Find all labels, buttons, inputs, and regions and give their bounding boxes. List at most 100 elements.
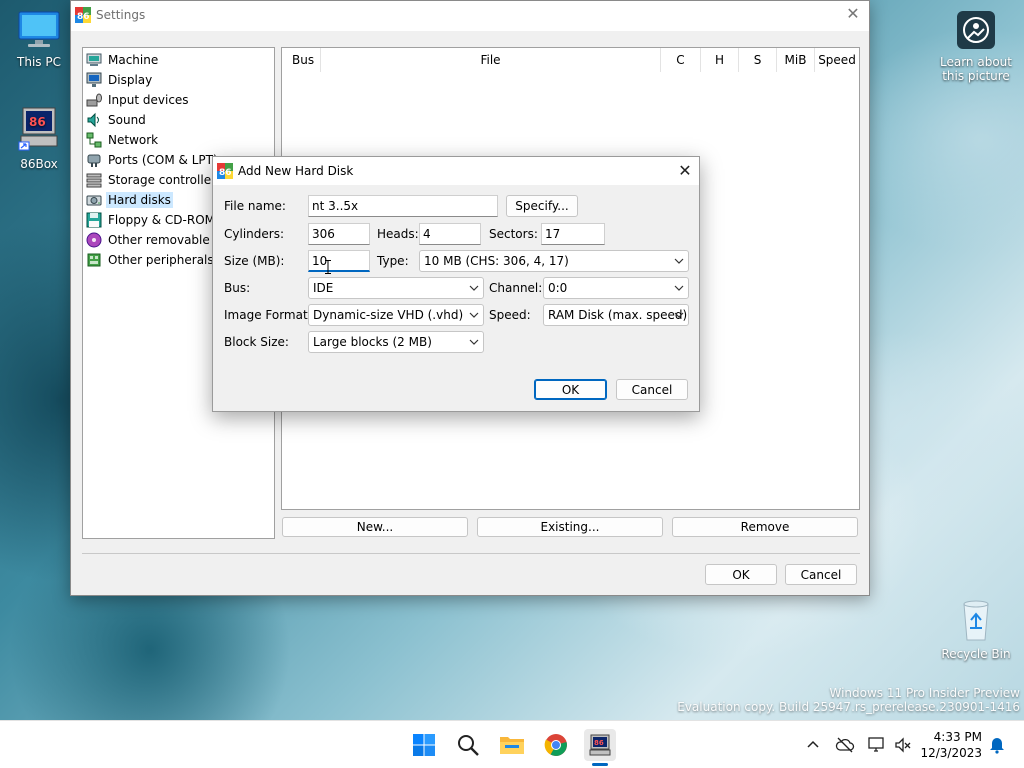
- column-header-speed[interactable]: Speed: [815, 48, 859, 72]
- channel-select[interactable]: 0:0: [543, 277, 689, 299]
- type-select-value: 10 MB (CHS: 306, 4, 17): [424, 254, 569, 268]
- channel-label: Channel:: [489, 281, 543, 295]
- type-select[interactable]: 10 MB (CHS: 306, 4, 17): [419, 250, 689, 272]
- dialog-cancel-button[interactable]: Cancel: [616, 379, 688, 400]
- settings-titlebar[interactable]: 86 Settings ✕: [71, 1, 869, 31]
- search-button[interactable]: [452, 729, 484, 761]
- chevron-down-icon: [469, 285, 479, 291]
- clock-time: 4:33 PM: [933, 730, 982, 744]
- removable-devices-icon: [86, 232, 102, 248]
- network-icon: [86, 132, 102, 148]
- desktop-icon-label: This PC: [17, 55, 61, 69]
- floppy-icon: [86, 212, 102, 228]
- dialog-titlebar[interactable]: 86 Add New Hard Disk ✕: [213, 157, 699, 185]
- windows-watermark: Windows 11 Pro Insider Preview Evaluatio…: [677, 686, 1020, 714]
- desktop-icon-label: Learn about this picture: [940, 55, 1012, 83]
- 86box-icon: 86: [589, 734, 611, 756]
- new-disk-button[interactable]: New...: [282, 517, 468, 537]
- file-name-input[interactable]: nt 3..5x: [308, 195, 498, 217]
- category-label: Sound: [108, 113, 146, 127]
- chevron-down-icon: [469, 312, 479, 318]
- size-input[interactable]: 10: [308, 250, 370, 272]
- column-header-bus[interactable]: Bus: [282, 48, 321, 72]
- file-explorer-button[interactable]: [496, 729, 528, 761]
- specify-button[interactable]: Specify...: [506, 195, 578, 217]
- remove-disk-button[interactable]: Remove: [672, 517, 858, 537]
- category-label: Network: [108, 133, 159, 147]
- bus-select[interactable]: IDE: [308, 277, 484, 299]
- size-label: Size (MB):: [224, 254, 285, 268]
- start-button[interactable]: [408, 729, 440, 761]
- peripherals-icon: [87, 253, 101, 267]
- watermark-line-1: Windows 11 Pro Insider Preview: [829, 686, 1020, 700]
- hard-disk-icon: [86, 195, 102, 206]
- chevron-down-icon: [674, 285, 684, 291]
- cloud-offline-icon[interactable]: [835, 735, 855, 755]
- chevron-down-icon: [469, 339, 479, 345]
- column-header-h[interactable]: H: [701, 48, 739, 72]
- chrome-button[interactable]: [540, 729, 572, 761]
- dialog-ok-button[interactable]: OK: [534, 379, 607, 400]
- chevron-down-icon: [674, 258, 684, 264]
- desktop-icon-this-pc[interactable]: This PC: [3, 10, 75, 69]
- sound-icon: [87, 112, 99, 128]
- notification-bell-icon[interactable]: [987, 735, 1007, 755]
- machine-icon: [86, 53, 102, 66]
- desktop-icon-86box[interactable]: 86 86Box: [3, 104, 75, 171]
- speed-select-value: RAM Disk (max. speed): [548, 308, 688, 322]
- chevron-up-icon[interactable]: [803, 735, 823, 755]
- settings-title: Settings: [96, 8, 146, 22]
- volume-muted-icon[interactable]: [893, 735, 913, 755]
- settings-ok-button[interactable]: OK: [705, 564, 777, 585]
- category-display[interactable]: Display: [86, 70, 272, 90]
- column-header-mib[interactable]: MiB: [777, 48, 815, 72]
- storage-controllers-icon: [86, 173, 102, 188]
- settings-cancel-button[interactable]: Cancel: [785, 564, 857, 585]
- start-icon: [413, 734, 435, 756]
- display-icon: [86, 72, 102, 87]
- image-format-select[interactable]: Dynamic-size VHD (.vhd): [308, 304, 484, 326]
- image-format-select-value: Dynamic-size VHD (.vhd): [313, 308, 464, 322]
- block-size-select[interactable]: Large blocks (2 MB): [308, 331, 484, 353]
- speed-label: Speed:: [489, 308, 531, 322]
- desktop-icon-label: 86Box: [20, 157, 58, 171]
- 86box-logo-icon: 86: [75, 7, 91, 23]
- heads-input[interactable]: 4: [419, 223, 481, 245]
- svg-text:86: 86: [29, 115, 46, 129]
- category-machine[interactable]: Machine: [86, 50, 272, 70]
- category-label: Machine: [108, 53, 159, 67]
- watermark-line-2: Evaluation copy. Build 25947.rs_prerelea…: [677, 700, 1020, 714]
- existing-disk-button[interactable]: Existing...: [477, 517, 663, 537]
- category-input-devices[interactable]: Input devices: [86, 90, 272, 110]
- desktop-icon-learn-about-picture[interactable]: Learn about this picture: [938, 10, 1014, 83]
- category-label: Ports (COM & LPT): [108, 153, 218, 167]
- heads-label: Heads:: [377, 227, 419, 241]
- close-icon[interactable]: ✕: [677, 163, 693, 179]
- active-app-indicator: [592, 763, 608, 766]
- speed-select[interactable]: RAM Disk (max. speed): [543, 304, 689, 326]
- 86box-icon: 86: [18, 107, 58, 151]
- desktop-icon-recycle-bin[interactable]: Recycle Bin: [938, 598, 1014, 661]
- category-network[interactable]: Network: [86, 130, 272, 150]
- network-display-icon[interactable]: [867, 735, 887, 755]
- desktop-icon-label: Recycle Bin: [941, 647, 1011, 661]
- channel-select-value: 0:0: [548, 281, 568, 295]
- system-clock[interactable]: 4:33 PM 12/3/2023: [920, 729, 982, 761]
- ports-icon: [87, 154, 101, 167]
- column-header-s[interactable]: S: [739, 48, 777, 72]
- bus-label: Bus:: [224, 281, 251, 295]
- column-header-file[interactable]: File: [321, 48, 661, 72]
- camera-info-icon: [957, 11, 995, 49]
- category-sound[interactable]: Sound: [86, 110, 272, 130]
- column-header-c[interactable]: C: [661, 48, 701, 72]
- file-explorer-icon: [500, 737, 524, 754]
- cylinders-input[interactable]: 306: [308, 223, 370, 245]
- block-size-select-value: Large blocks (2 MB): [313, 335, 432, 349]
- sectors-input[interactable]: 17: [541, 223, 605, 245]
- category-label: Hard disks: [106, 192, 173, 208]
- 86box-taskbar-button[interactable]: 86: [584, 729, 616, 761]
- monitor-icon: [18, 11, 60, 47]
- separator: [82, 553, 860, 554]
- category-label: Input devices: [108, 93, 189, 107]
- close-icon[interactable]: ✕: [845, 6, 861, 22]
